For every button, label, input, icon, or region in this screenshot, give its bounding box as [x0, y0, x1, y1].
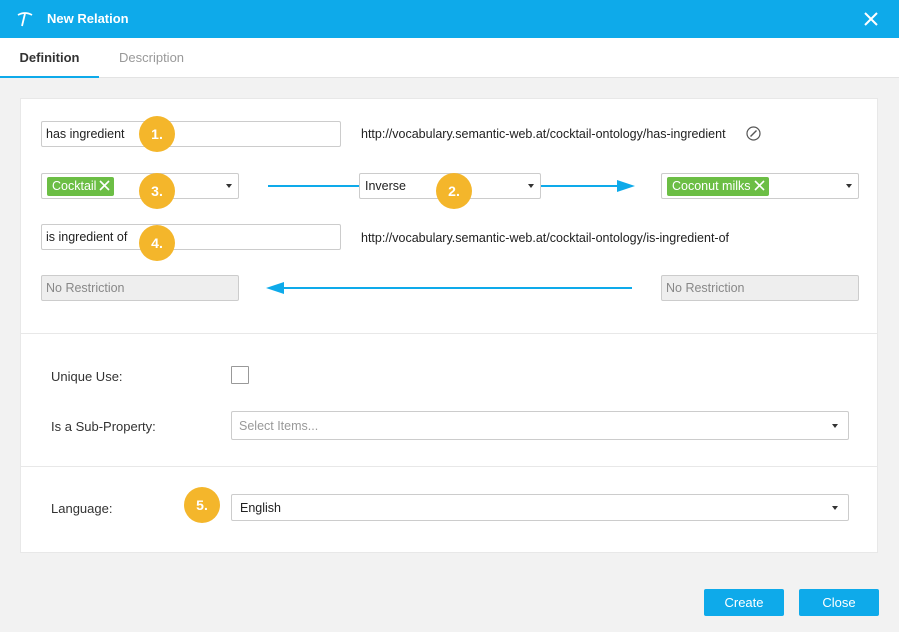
- relation-definition-panel: has ingredient 1. http://vocabulary.sema…: [20, 98, 878, 334]
- connector-line: [268, 185, 363, 187]
- step-badge-4: 4.: [139, 225, 175, 261]
- relation-options-panel: Unique Use: Is a Sub-Property: Select It…: [20, 333, 878, 467]
- dialog-title: New Relation: [47, 11, 129, 26]
- inverse-label-input[interactable]: is ingredient of: [41, 224, 341, 250]
- chevron-down-icon: [846, 184, 852, 188]
- close-button[interactable]: Close: [799, 589, 879, 616]
- sub-property-placeholder: Select Items...: [239, 419, 319, 433]
- remove-chip-icon[interactable]: [99, 180, 111, 191]
- target-class-chip: Coconut milks: [667, 177, 769, 196]
- target-class-chip-label: Coconut milks: [672, 179, 751, 193]
- pickaxe-icon: [17, 12, 33, 27]
- language-label: Language:: [51, 501, 113, 516]
- unique-use-label: Unique Use:: [51, 369, 123, 384]
- arrow-right-icon: [541, 180, 635, 192]
- language-panel: Language: 5. English: [20, 466, 878, 553]
- title-bar: New Relation: [0, 0, 899, 38]
- inverse-relation-uri: http://vocabulary.semantic-web.at/cockta…: [361, 231, 729, 245]
- source-restriction-field: No Restriction: [41, 275, 239, 301]
- step-badge-5: 5.: [184, 487, 220, 523]
- chevron-down-icon: [528, 184, 534, 188]
- target-class-select[interactable]: Coconut milks: [661, 173, 859, 199]
- edit-uri-icon[interactable]: [746, 126, 761, 141]
- tab-definition[interactable]: Definition: [0, 38, 99, 78]
- source-class-chip-label: Cocktail: [52, 179, 97, 193]
- relation-label-input[interactable]: has ingredient: [41, 121, 341, 147]
- step-badge-3: 3.: [139, 173, 175, 209]
- language-value: English: [240, 501, 281, 515]
- step-badge-1: 1.: [139, 116, 175, 152]
- chevron-down-icon: [832, 506, 838, 510]
- create-button[interactable]: Create: [704, 589, 784, 616]
- remove-chip-icon[interactable]: [753, 180, 765, 191]
- close-icon[interactable]: [863, 11, 879, 27]
- chevron-down-icon: [226, 184, 232, 188]
- arrow-left-icon: [266, 282, 632, 294]
- relation-uri: http://vocabulary.semantic-web.at/cockta…: [361, 127, 726, 141]
- source-class-chip: Cocktail: [47, 177, 115, 196]
- sub-property-select[interactable]: Select Items...: [231, 411, 849, 440]
- sub-property-label: Is a Sub-Property:: [51, 419, 156, 434]
- relation-type-value: Inverse: [365, 179, 406, 193]
- tab-bar: Definition Description: [0, 38, 899, 78]
- tab-description[interactable]: Description: [119, 38, 184, 78]
- chevron-down-icon: [832, 424, 838, 428]
- step-badge-2: 2.: [436, 173, 472, 209]
- target-restriction-field: No Restriction: [661, 275, 859, 301]
- unique-use-checkbox[interactable]: [231, 366, 249, 384]
- language-select[interactable]: English: [231, 494, 849, 521]
